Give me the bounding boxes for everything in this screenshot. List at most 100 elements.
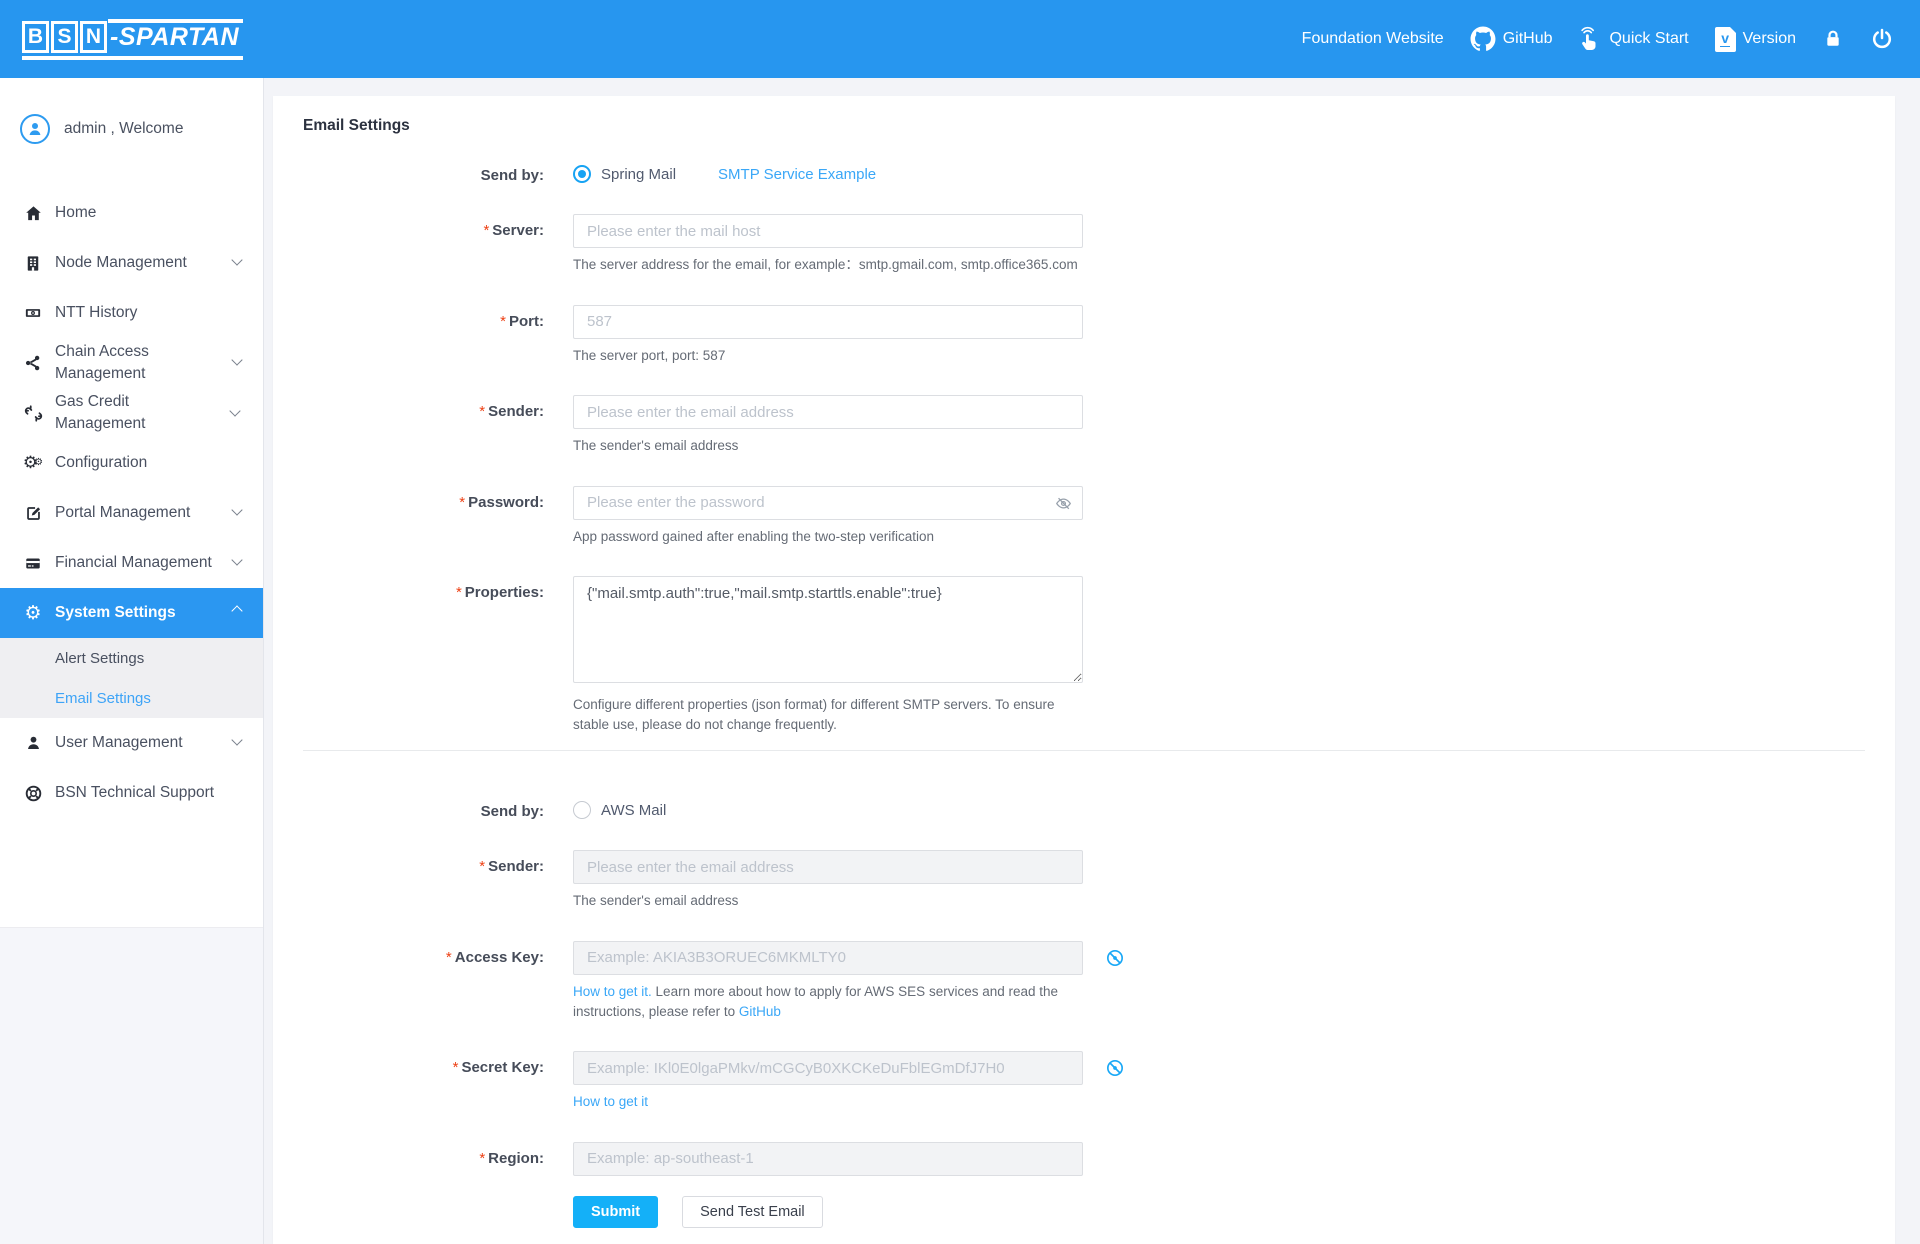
logo-letter: N — [80, 21, 107, 53]
quick-start-link[interactable]: Quick Start — [1578, 26, 1688, 52]
send-test-email-button[interactable]: Send Test Email — [682, 1196, 823, 1228]
sidebar-item-label: Financial Management — [55, 552, 212, 574]
quick-start-icon — [1578, 26, 1602, 52]
logout-button[interactable] — [1870, 27, 1894, 51]
top-header: B S N -SPARTAN Foundation Website GitHub — [0, 0, 1920, 78]
sidebar-item-node-management[interactable]: Node Management — [0, 238, 263, 288]
user-greeting: admin , Welcome — [64, 120, 183, 138]
header-nav: Foundation Website GitHub Quick Start v … — [1302, 26, 1894, 52]
properties-label: *Properties: — [303, 576, 544, 734]
send-by-row-aws: Send by: AWS Mail — [303, 795, 1865, 820]
server-label: *Server: — [303, 214, 544, 275]
secret-key-input[interactable] — [573, 1051, 1083, 1085]
field-region: *Region: — [303, 1142, 1865, 1176]
sidebar-item-system-settings[interactable]: ⚙ System Settings — [0, 588, 263, 638]
field-sender-spring: *Sender: The sender's email address — [303, 395, 1865, 456]
sidebar-item-gas-credit-management[interactable]: Gas Credit Management — [0, 388, 263, 438]
smtp-service-example-link[interactable]: SMTP Service Example — [718, 166, 876, 183]
github-icon — [1470, 26, 1496, 52]
gears-icon: ⚙⚙ — [22, 455, 44, 472]
logo-letter-boxes: B S N — [22, 21, 107, 53]
github-label: GitHub — [1503, 30, 1553, 48]
quick-start-label: Quick Start — [1609, 30, 1688, 48]
access-key-input[interactable] — [573, 941, 1083, 975]
region-input[interactable] — [573, 1142, 1083, 1176]
how-to-get-it-link[interactable]: How to get it. — [573, 984, 652, 999]
submit-button[interactable]: Submit — [573, 1196, 658, 1228]
version-label: Version — [1743, 30, 1796, 48]
life-ring-icon — [22, 784, 44, 803]
logo-letter: B — [22, 21, 49, 53]
sidebar-item-ntt-history[interactable]: NTT History — [0, 288, 263, 338]
aws-mail-radio[interactable] — [573, 801, 591, 819]
spring-mail-radio[interactable] — [573, 165, 591, 183]
sidebar-item-bsn-technical-support[interactable]: BSN Technical Support — [0, 768, 263, 818]
aws-mail-radio-label: AWS Mail — [601, 802, 666, 819]
password-helper: App password gained after enabling the t… — [573, 527, 1069, 547]
github-help-link[interactable]: GitHub — [739, 1004, 781, 1019]
eye-slash-icon[interactable] — [1055, 495, 1072, 512]
sidebar-item-label: Chain Access Management — [55, 341, 183, 384]
required-marker: * — [446, 949, 452, 966]
aws-sender-helper: The sender's email address — [573, 891, 1069, 911]
field-access-key: *Access Key: How to get it. Learn more a… — [303, 941, 1865, 1021]
aws-sender-input[interactable] — [573, 850, 1083, 884]
sidebar-item-home[interactable]: Home — [0, 188, 263, 238]
eye-off-icon[interactable] — [1105, 948, 1125, 968]
server-input[interactable] — [573, 214, 1083, 248]
sidebar-column: admin , Welcome Home Node Management — [0, 78, 264, 1244]
sender-helper: The sender's email address — [573, 436, 1069, 456]
password-input[interactable] — [573, 486, 1083, 520]
spring-mail-radio-label: Spring Mail — [601, 166, 676, 183]
required-marker: * — [479, 858, 485, 875]
foundation-website-link[interactable]: Foundation Website — [1302, 30, 1444, 48]
lock-button[interactable] — [1822, 27, 1844, 51]
eye-off-icon[interactable] — [1105, 1058, 1125, 1078]
section-divider — [303, 750, 1865, 751]
avatar — [20, 114, 50, 144]
sidebar-user: admin , Welcome — [0, 104, 263, 154]
required-marker: * — [479, 403, 485, 420]
main-area: Email Settings Send by: Spring Mail SMTP… — [264, 78, 1920, 1244]
sidebar-item-portal-management[interactable]: Portal Management — [0, 488, 263, 538]
sidebar-item-configuration[interactable]: ⚙⚙ Configuration — [0, 438, 263, 488]
bsn-spartan-logo[interactable]: B S N -SPARTAN — [22, 19, 243, 60]
field-server: *Server: The server address for the emai… — [303, 214, 1865, 275]
sidebar-item-label: Alert Settings — [55, 648, 144, 669]
foundation-website-label: Foundation Website — [1302, 30, 1444, 48]
sender-input[interactable] — [573, 395, 1083, 429]
chevron-up-icon — [231, 605, 242, 616]
version-link[interactable]: v Version — [1715, 27, 1796, 52]
field-sender-aws: *Sender: The sender's email address — [303, 850, 1865, 911]
broken-link-icon — [22, 404, 44, 423]
sidebar-item-label: Portal Management — [55, 502, 190, 524]
sidebar-item-financial-management[interactable]: Financial Management — [0, 538, 263, 588]
page-title: Email Settings — [303, 117, 1865, 135]
logo-letter: S — [51, 21, 78, 53]
gear-icon: ⚙ — [22, 604, 44, 623]
port-input[interactable] — [573, 305, 1083, 339]
how-to-get-it-link[interactable]: How to get it — [573, 1094, 648, 1109]
field-port: *Port: The server port, port: 587 — [303, 305, 1865, 366]
github-link[interactable]: GitHub — [1470, 26, 1553, 52]
sidebar-item-user-management[interactable]: User Management — [0, 718, 263, 768]
required-marker: * — [479, 1150, 485, 1167]
page-layout: admin , Welcome Home Node Management — [0, 78, 1920, 1244]
edit-icon — [22, 504, 44, 523]
port-label: *Port: — [303, 305, 544, 366]
properties-textarea[interactable]: {"mail.smtp.auth":true,"mail.smtp.startt… — [573, 576, 1083, 683]
sender-label: *Sender: — [303, 395, 544, 456]
version-icon: v — [1715, 27, 1736, 52]
field-secret-key: *Secret Key: How to get it — [303, 1051, 1865, 1112]
form-actions: Submit Send Test Email — [573, 1194, 1865, 1228]
sidebar-item-chain-access-management[interactable]: Chain Access Management — [0, 338, 263, 388]
sidebar-item-alert-settings[interactable]: Alert Settings — [0, 638, 263, 678]
field-properties: *Properties: {"mail.smtp.auth":true,"mai… — [303, 576, 1865, 734]
access-key-helper: How to get it. Learn more about how to a… — [573, 982, 1069, 1021]
user-icon — [22, 734, 44, 752]
send-by-row-spring: Send by: Spring Mail SMTP Service Exampl… — [303, 159, 1865, 184]
chevron-down-icon — [231, 554, 242, 565]
sidebar-item-email-settings[interactable]: Email Settings — [0, 678, 263, 718]
required-marker: * — [456, 584, 462, 601]
power-icon — [1870, 27, 1894, 51]
